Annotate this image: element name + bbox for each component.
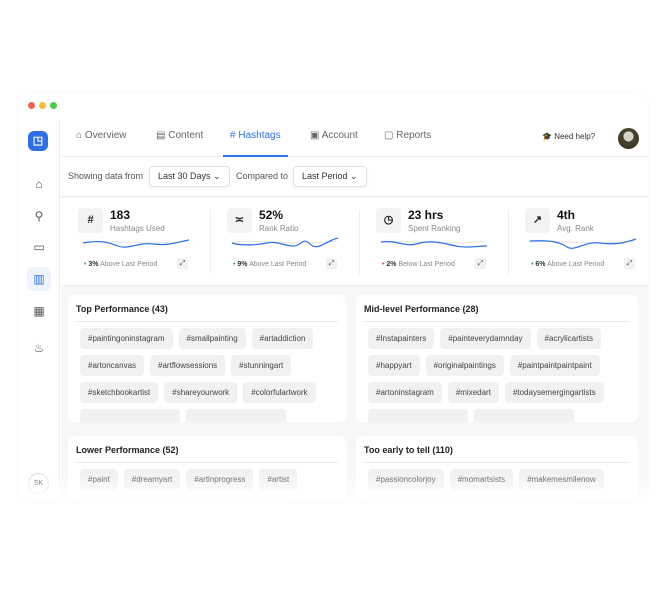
- calendar-icon[interactable]: ▦: [27, 299, 51, 323]
- profile-avatar[interactable]: [618, 128, 639, 149]
- account-icon: ▣: [310, 130, 320, 141]
- group-title: Too early to tell (110): [364, 436, 630, 463]
- stat-icon: #: [78, 208, 103, 233]
- showing-label: Showing data from: [68, 171, 144, 181]
- trend-dot-icon: •: [382, 261, 385, 268]
- sparkline: [380, 240, 488, 248]
- filter-bar: Showing data from Last 30 Days ⌄ Compare…: [61, 157, 648, 197]
- graduation-cap-icon: 🎓: [542, 132, 552, 141]
- hashtag-chip[interactable]: #originalpaintings: [425, 355, 504, 376]
- group-title: Top Performance (43): [76, 295, 338, 322]
- hashtag-chip[interactable]: #artoninstagram: [368, 382, 442, 403]
- expand-icon[interactable]: ⤢: [475, 258, 486, 269]
- sparkline: [529, 238, 637, 249]
- chevron-down-icon: ⌄: [350, 171, 358, 181]
- stat-label: Avg. Rank: [557, 224, 594, 233]
- hashtag-chip[interactable]: #artflowsessions: [150, 355, 226, 376]
- hashtag-chip-placeholder: [80, 409, 180, 422]
- divider: [210, 210, 211, 274]
- hash-icon: #: [230, 130, 236, 141]
- compared-label: Compared to: [236, 171, 289, 181]
- hashtag-chip[interactable]: #happyart: [368, 355, 420, 376]
- stat-label: Spent Ranking: [408, 224, 461, 233]
- hashtag-chip[interactable]: #stunningart: [231, 355, 292, 376]
- logo-icon[interactable]: ◳: [28, 131, 48, 151]
- hashtag-chip[interactable]: #mixedart: [447, 382, 499, 403]
- stat-card: ↗ 4th Avg. Rank • 6% Above Last Period ⤢: [516, 198, 648, 286]
- stat-value: 4th: [557, 208, 575, 222]
- expand-icon[interactable]: ⤢: [326, 258, 337, 269]
- tab-hashtags[interactable]: # Hashtags: [223, 130, 288, 157]
- stat-label: Rank Ratio: [259, 224, 299, 233]
- tab-overview[interactable]: ⌂ Overview: [76, 130, 127, 157]
- hashtag-chip[interactable]: #artoncanvas: [80, 355, 145, 376]
- tab-account[interactable]: ▣ Account: [310, 130, 358, 157]
- stat-change: • 6% Above Last Period: [531, 261, 605, 268]
- fire-icon[interactable]: ♨: [27, 336, 51, 360]
- hashtag-chip[interactable]: #artaddiction: [251, 328, 314, 349]
- stat-card: ≍ 52% Rank Ratio • 9% Above Last Period …: [218, 198, 358, 286]
- group-card: Top Performance (43) #paintingoninstagram…: [68, 295, 346, 422]
- expand-icon[interactable]: ⤢: [624, 258, 635, 269]
- trend-dot-icon: •: [84, 261, 87, 268]
- chart-icon[interactable]: ▥: [27, 267, 51, 291]
- stat-change: • 3% Above Last Period: [84, 261, 158, 268]
- hashtag-chip[interactable]: #painteverydamnday: [440, 328, 531, 349]
- group-card: Mid-level Performance (28) #Instapainters…: [356, 295, 638, 422]
- sidebar: ◳ ⌂ ⚲ ▭ ▥ ▦ ♨ SK: [18, 120, 60, 502]
- content-icon: ▤: [156, 130, 166, 141]
- group-title: Lower Performance (52): [76, 436, 338, 463]
- stat-icon: ◷: [376, 208, 401, 233]
- hashtag-chip[interactable]: #shareyourwork: [164, 382, 238, 403]
- divider: [508, 210, 509, 274]
- group-title: Mid-level Performance (28): [364, 295, 630, 322]
- hashtag-chip[interactable]: #colorfulartwork: [243, 382, 316, 403]
- hashtag-chip-placeholder: [474, 409, 574, 422]
- trend-dot-icon: •: [233, 261, 236, 268]
- hashtag-chip[interactable]: #paintingoninstagram: [80, 328, 173, 349]
- compare-select[interactable]: Last Period ⌄: [293, 166, 367, 187]
- close-dot[interactable]: [28, 102, 35, 109]
- stat-value: 52%: [259, 208, 284, 222]
- chevron-down-icon: ⌄: [213, 171, 221, 181]
- hashtag-chip[interactable]: #smallpainting: [178, 328, 246, 349]
- hashtag-chip[interactable]: #paintpaintpaintpaint: [509, 355, 600, 376]
- reports-icon: ▢: [384, 130, 394, 141]
- home-icon[interactable]: ⌂: [27, 172, 51, 196]
- trend-dot-icon: •: [531, 261, 534, 268]
- tab-reports[interactable]: ▢ Reports: [384, 130, 431, 157]
- hashtag-chip[interactable]: #sketchbookartist: [80, 382, 159, 403]
- hashtag-chip-placeholder: [368, 409, 468, 422]
- expand-icon[interactable]: ⤢: [177, 258, 188, 269]
- hashtag-chip[interactable]: #acrylicartists: [536, 328, 601, 349]
- range-select[interactable]: Last 30 Days ⌄: [149, 166, 230, 187]
- folder-icon[interactable]: ▭: [27, 235, 51, 259]
- tab-content[interactable]: ▤ Content: [156, 130, 203, 157]
- stat-change: • 2% Below Last Period: [382, 261, 455, 268]
- search-icon[interactable]: ⚲: [27, 204, 51, 228]
- divider: [359, 210, 360, 274]
- stat-icon: ↗: [525, 208, 550, 233]
- need-help-link[interactable]: 🎓 Need help?: [542, 132, 595, 141]
- hashtag-chip[interactable]: #Instapainters: [368, 328, 435, 349]
- stat-icon: ≍: [227, 208, 252, 233]
- hashtag-chip[interactable]: #todaysemergingartists: [504, 382, 604, 403]
- stat-change: • 9% Above Last Period: [233, 261, 307, 268]
- hashtag-chip-placeholder: [186, 409, 286, 422]
- stats-row: # 183 Hashtags Used • 3% Above Last Peri…: [61, 198, 648, 286]
- stat-card: ◷ 23 hrs Spent Ranking • 2% Below Last P…: [367, 198, 507, 286]
- home-icon: ⌂: [76, 130, 83, 141]
- stat-value: 183: [110, 208, 131, 222]
- stat-label: Hashtags Used: [110, 224, 165, 233]
- stat-value: 23 hrs: [408, 208, 444, 222]
- minimize-dot[interactable]: [39, 102, 46, 109]
- bottom-fade: [18, 472, 648, 502]
- app-window: ◳ ⌂ ⚲ ▭ ▥ ▦ ♨ SK ⌂ Overview ▤ Content # …: [18, 92, 648, 502]
- tab-bar: ⌂ Overview ▤ Content # Hashtags ▣ Accoun…: [61, 120, 648, 157]
- maximize-dot[interactable]: [50, 102, 57, 109]
- sparkline: [82, 239, 190, 248]
- sparkline: [231, 237, 339, 248]
- stat-card: # 183 Hashtags Used • 3% Above Last Peri…: [69, 198, 209, 286]
